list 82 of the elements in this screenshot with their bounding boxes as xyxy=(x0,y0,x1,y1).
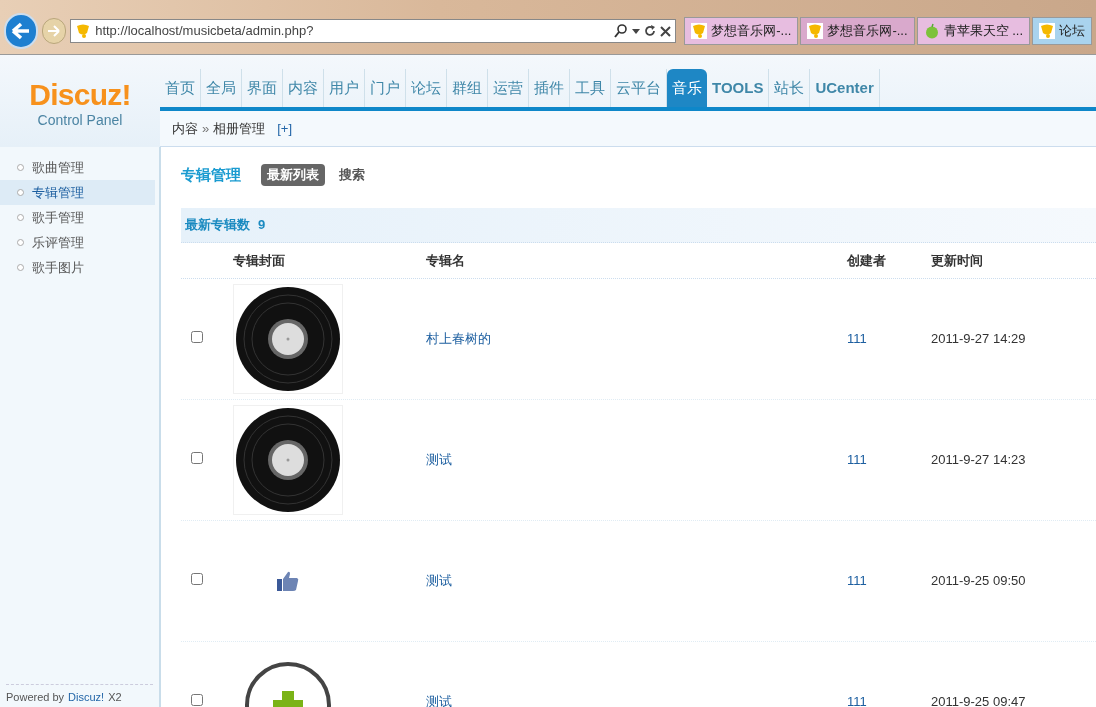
thumbs-up-icon xyxy=(276,570,300,592)
row-checkbox[interactable] xyxy=(191,694,203,707)
creator-cell: 111 xyxy=(847,331,867,347)
nav-tab[interactable]: 群组 xyxy=(447,69,488,107)
creator-cell: 111 xyxy=(847,694,867,707)
nav-tab[interactable]: 用户 xyxy=(324,69,365,107)
nav-tab[interactable]: UCenter xyxy=(810,69,880,107)
nav-tab[interactable]: 论坛 xyxy=(406,69,447,107)
footer-link[interactable]: Discuz! xyxy=(68,688,105,705)
sidebar-item[interactable]: 歌手图片 xyxy=(0,255,155,280)
tab-title: 青苹果天空 ... xyxy=(943,22,1023,41)
bullet-icon xyxy=(17,214,24,221)
page-title: 专辑管理 xyxy=(181,164,241,185)
breadcrumb-item[interactable]: 内容 xyxy=(172,118,198,139)
row-checkbox[interactable] xyxy=(191,573,203,586)
address-bar[interactable]: http://localhost/musicbeta/admin.php? xyxy=(70,19,677,43)
dropdown-caret-icon[interactable] xyxy=(632,28,641,34)
sub-tab[interactable]: 搜索 xyxy=(333,164,371,186)
bullet-icon xyxy=(17,189,24,196)
browser-tab[interactable]: 论坛 xyxy=(1032,17,1092,45)
sidebar-item[interactable]: 歌曲管理 xyxy=(0,155,155,180)
url-text: http://localhost/musicbeta/admin.php? xyxy=(95,22,315,41)
back-button[interactable] xyxy=(4,13,38,49)
caption-text: 最新专辑数 xyxy=(185,216,250,235)
nav-tab[interactable]: 插件 xyxy=(529,69,570,107)
column-header: 专辑封面 xyxy=(233,252,285,268)
browser-tab[interactable]: 梦想音乐网-... xyxy=(800,17,915,45)
nav-tab[interactable]: 界面 xyxy=(242,69,283,107)
footer-text: Powered by xyxy=(6,689,65,705)
forward-button[interactable] xyxy=(41,18,67,44)
tab-title: 梦想音乐网-... xyxy=(711,22,792,41)
updated-time-cell: 2011-9-25 09:47 xyxy=(931,694,1026,707)
album-name-link[interactable]: 测试 xyxy=(426,452,452,468)
back-arrow-icon xyxy=(10,22,31,40)
browser-tab[interactable]: 梦想音乐网-... xyxy=(684,17,799,45)
sidebar-item[interactable]: 歌手管理 xyxy=(0,205,155,230)
browser-tab[interactable]: 青苹果天空 ... xyxy=(916,17,1030,45)
sidebar-item[interactable]: 乐评管理 xyxy=(0,230,155,255)
bullet-icon xyxy=(17,239,24,246)
sidebar-item[interactable]: 专辑管理 xyxy=(0,180,155,205)
breadcrumb-item: 相册管理 xyxy=(213,119,266,138)
album-name-link[interactable]: 测试 xyxy=(426,573,452,589)
search-icon[interactable] xyxy=(614,24,629,38)
creator-cell: 111 xyxy=(847,573,867,589)
column-header: 更新时间 xyxy=(931,252,983,268)
updated-time-cell: 2011-9-27 14:23 xyxy=(931,452,1026,468)
tab-title: 论坛 xyxy=(1059,22,1085,41)
nav-tab[interactable]: 门户 xyxy=(365,69,406,107)
nav-tab[interactable]: 站长 xyxy=(769,69,811,107)
logo-subtitle: Control Panel xyxy=(37,110,123,130)
nav-tab[interactable]: TOOLS xyxy=(707,69,770,107)
footer-version: X2 xyxy=(108,689,122,705)
bullet-icon xyxy=(17,164,24,171)
forward-arrow-icon xyxy=(46,25,61,37)
creator-cell: 111 xyxy=(847,452,867,468)
close-icon[interactable] xyxy=(660,25,672,37)
bullet-icon xyxy=(17,264,24,271)
row-checkbox[interactable] xyxy=(191,331,203,344)
apple-icon xyxy=(923,23,940,39)
bell-icon xyxy=(1039,23,1055,39)
nav-tab[interactable]: 音乐 xyxy=(667,69,707,107)
album-name-link[interactable]: 村上春树的 xyxy=(426,331,491,347)
row-checkbox[interactable] xyxy=(191,452,203,465)
tab-title: 梦想音乐网-... xyxy=(827,22,908,41)
nav-tab[interactable]: 内容 xyxy=(283,69,324,107)
refresh-icon[interactable] xyxy=(644,25,657,37)
logo-text: Discuz! xyxy=(29,79,131,110)
updated-time-cell: 2011-9-25 09:50 xyxy=(931,573,1026,589)
caption-count: 9 xyxy=(258,216,266,235)
breadcrumb-separator: » xyxy=(202,119,210,138)
nav-tab[interactable]: 运营 xyxy=(488,69,529,107)
updated-time-cell: 2011-9-27 14:29 xyxy=(931,331,1026,347)
sub-tab[interactable]: 最新列表 xyxy=(261,164,325,186)
bell-icon xyxy=(807,23,824,39)
bell-icon xyxy=(75,23,92,39)
column-header: 创建者 xyxy=(847,252,886,268)
bell-icon xyxy=(691,23,708,39)
nav-tab[interactable]: 工具 xyxy=(570,69,611,107)
nav-tab[interactable]: 全局 xyxy=(201,69,242,107)
column-header: 专辑名 xyxy=(426,252,465,268)
add-link[interactable]: [+] xyxy=(277,118,293,139)
nav-tab[interactable]: 首页 xyxy=(160,69,201,107)
